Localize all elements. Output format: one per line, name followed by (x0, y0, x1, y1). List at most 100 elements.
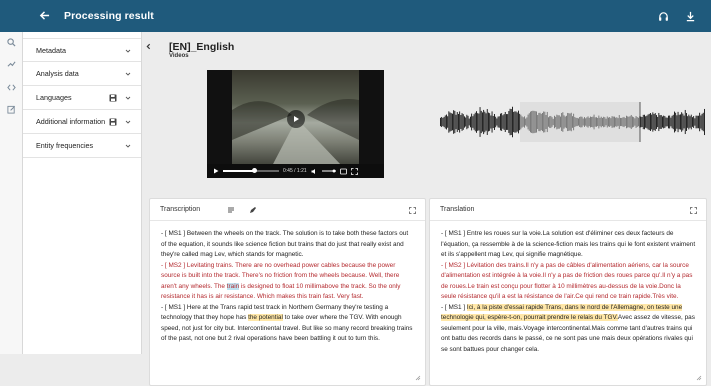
waveform-bar (480, 110, 482, 134)
rail-code-button[interactable] (6, 82, 17, 93)
waveform-bar (456, 112, 458, 132)
waveform-bar (645, 116, 647, 128)
waveform-bar (640, 116, 642, 128)
waveform-bar (471, 113, 473, 131)
seek-bar[interactable] (223, 168, 279, 173)
waveform-bar (514, 111, 516, 133)
waveform-bar (657, 116, 659, 128)
video-time: 0:45 / 1:21 (283, 168, 307, 174)
waveform-bar (701, 113, 703, 131)
list-icon (228, 207, 235, 212)
waveform-bar (494, 113, 495, 131)
waveform-bar (479, 107, 481, 137)
seek-handle[interactable] (252, 168, 258, 173)
transcript-segment: - [ MS1 ] Between the wheels on the trac… (161, 230, 409, 258)
waveform-bar (689, 116, 691, 128)
waveform-bar (483, 109, 485, 135)
waveform-bar (488, 112, 489, 132)
waveform-bar (495, 116, 497, 128)
play-control-button[interactable] (212, 168, 219, 175)
waveform-bar (695, 115, 697, 129)
play-button[interactable] (287, 110, 305, 128)
download-button[interactable] (684, 10, 696, 22)
volume-slider[interactable] (321, 168, 336, 175)
rail-edit-button[interactable] (6, 104, 17, 115)
waveform-bar (449, 112, 451, 132)
waveform-bar (504, 111, 506, 133)
waveform-bar (515, 111, 517, 133)
waveform-bar (683, 115, 685, 129)
collapse-sidebar-button[interactable] (142, 40, 154, 52)
waveform-bar (440, 117, 441, 127)
translation-header: Translation (430, 199, 706, 221)
expand-icon (408, 206, 416, 214)
waveform-bar (647, 114, 649, 130)
sidebar-item-metadata[interactable]: Metadata (23, 38, 141, 62)
waveform-bar (459, 111, 461, 133)
transcript-segment: - [ MS1 ] Here at the Trans rapid test t… (161, 303, 413, 343)
waveform-bar (458, 113, 459, 131)
waveform-bar (654, 113, 656, 131)
sidebar-item-additional-information[interactable]: Additional information (23, 110, 141, 134)
video-player[interactable]: 0:45 / 1:21 (207, 70, 384, 178)
highlighted-phrase: the potential (248, 314, 283, 321)
headphones-button[interactable] (657, 10, 669, 22)
waveform-bar (658, 112, 660, 132)
waveform-bar (690, 114, 692, 130)
waveform-bar (489, 113, 491, 131)
waveform-bar (448, 111, 450, 133)
waveform-bar (476, 111, 477, 133)
back-button[interactable] (39, 10, 50, 23)
chevron-down-icon (125, 144, 131, 148)
resize-handle-icon[interactable] (415, 375, 421, 381)
sidebar-item-languages[interactable]: Languages (23, 86, 141, 110)
sidebar-item-entity-frequencies[interactable]: Entity frequencies (23, 134, 141, 158)
save-icon[interactable] (109, 118, 117, 126)
document-title: [EN]_English (169, 41, 235, 53)
waveform-selection[interactable] (520, 102, 640, 142)
waveform-bar (484, 111, 486, 133)
transcription-text: - [ MS1 ] Between the wheels on the trac… (150, 221, 425, 345)
waveform-bar (696, 115, 698, 129)
waveform-bar (508, 111, 510, 133)
waveform-bar (492, 115, 494, 129)
waveform-bar (663, 115, 665, 129)
waveform-bar (700, 115, 702, 129)
waveform-bar (478, 113, 480, 131)
waveform-bar (441, 116, 443, 128)
sidebar-item-analysis-data[interactable]: Analysis data (23, 62, 141, 86)
waveform-bar (447, 116, 449, 128)
waveform-bar (461, 113, 463, 131)
fullscreen-icon (350, 167, 358, 175)
waveform-bar (455, 114, 457, 130)
edit-transcript-button[interactable] (248, 205, 258, 215)
waveform-bar (453, 110, 455, 134)
resize-handle-icon[interactable] (696, 375, 702, 381)
waveform-bar (693, 116, 695, 128)
fullscreen-button[interactable] (350, 167, 358, 175)
main-content: [EN]_English Videos 0:45 / 1:21 Transcri… (149, 32, 711, 386)
waveform-bar (653, 114, 655, 130)
waveform-bar (465, 117, 467, 127)
expand-transcription-button[interactable] (407, 205, 417, 215)
waveform-bar (652, 112, 654, 132)
save-icon[interactable] (109, 94, 117, 102)
chevron-down-icon (125, 49, 131, 53)
rail-search-button[interactable] (6, 37, 17, 48)
audio-waveform[interactable] (440, 102, 705, 142)
captions-button[interactable] (339, 168, 347, 175)
waveform-bar (485, 113, 487, 131)
page-title: Processing result (64, 10, 154, 22)
volume-button[interactable] (311, 168, 318, 175)
translation-panel: Translation - [ MS1 ] Entre les roues su… (429, 198, 707, 386)
waveform-bar (473, 114, 475, 130)
code-icon (7, 84, 16, 91)
volume-icon (311, 168, 315, 174)
transcript-list-button[interactable] (226, 205, 236, 215)
waveform-bar (662, 116, 663, 128)
waveform-bar (665, 117, 667, 127)
waveform-bar (686, 113, 687, 131)
waveform-bar (681, 112, 683, 132)
expand-translation-button[interactable] (688, 205, 698, 215)
rail-trend-button[interactable] (6, 59, 17, 70)
